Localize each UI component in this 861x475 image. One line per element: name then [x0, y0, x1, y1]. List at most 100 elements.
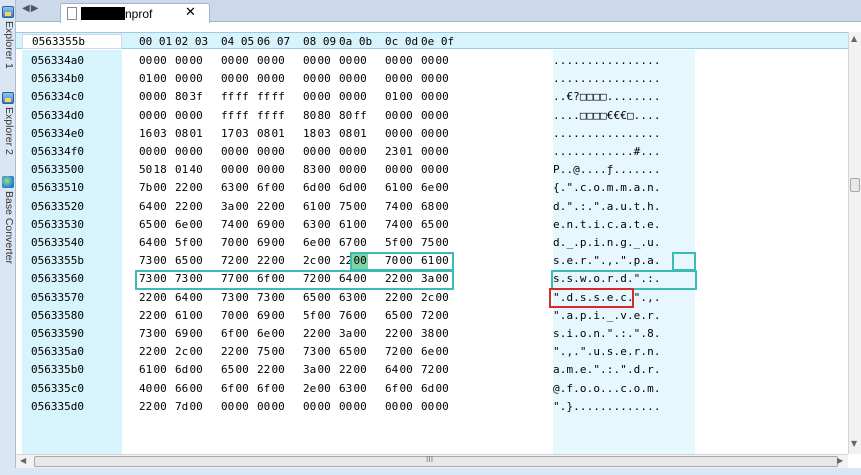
hex-row[interactable]: 05633570 22 00 64 00 73 00 73 00 65 00 63 00 22 00 2c 00… [16, 289, 848, 307]
hex-byte[interactable]: 00 [318, 382, 331, 395]
hex-byte[interactable]: ff [257, 109, 270, 122]
hex-byte[interactable]: 00 [175, 109, 188, 122]
hex-row[interactable]: 056335a0 22 00 2c 00 22 00 75 00 73 00 65 00 72 00 6e 00… [16, 343, 848, 361]
hex-byte[interactable]: 00 [236, 218, 249, 231]
hex-byte[interactable]: 22 [221, 345, 234, 358]
hex-byte[interactable]: 00 [175, 72, 188, 85]
hex-byte[interactable]: 00 [354, 181, 367, 194]
hex-row[interactable]: 05633520 64 00 22 00 3a 00 22 00 61 00 75 00 74 00 68 00… [16, 198, 848, 216]
hex-byte[interactable]: 00 [385, 127, 398, 140]
hex-byte[interactable]: 00 [436, 145, 449, 158]
hex-byte[interactable]: 64 [385, 363, 398, 376]
vertical-scroll-thumb[interactable] [850, 178, 860, 192]
hex-byte[interactable]: 00 [436, 400, 449, 413]
hex-byte[interactable]: 00 [154, 291, 167, 304]
hex-byte[interactable]: 00 [400, 90, 413, 103]
hex-row[interactable]: 05633590 73 00 69 00 6f 00 6e 00 22 00 3a 00 22 00 38 00… [16, 325, 848, 343]
hex-byte[interactable]: 00 [154, 181, 167, 194]
hex-byte[interactable]: 00 [354, 163, 367, 176]
hex-byte[interactable]: 2e [303, 382, 316, 395]
ascii-text[interactable]: P..@....ƒ....... [553, 163, 661, 176]
hex-byte[interactable]: 6d [421, 382, 434, 395]
hex-byte[interactable]: 00 [139, 145, 152, 158]
hex-byte[interactable]: 00 [236, 363, 249, 376]
hex-byte[interactable]: 5f [303, 309, 316, 322]
hex-byte[interactable]: 00 [190, 72, 203, 85]
hex-byte[interactable]: 00 [303, 72, 316, 85]
hex-byte[interactable]: 00 [318, 236, 331, 249]
hex-byte[interactable]: 08 [175, 127, 188, 140]
hex-byte[interactable]: 69 [257, 236, 270, 249]
hex-byte[interactable]: 00 [190, 291, 203, 304]
hex-byte[interactable]: 00 [400, 363, 413, 376]
hex-byte[interactable]: 70 [221, 309, 234, 322]
hex-byte[interactable]: 00 [154, 327, 167, 340]
hex-byte[interactable]: 69 [257, 309, 270, 322]
hex-byte[interactable]: 01 [354, 127, 367, 140]
hex-byte[interactable]: 00 [139, 109, 152, 122]
hex-byte[interactable]: 00 [400, 327, 413, 340]
scroll-left-icon[interactable]: ◀ [20, 456, 26, 465]
hex-byte[interactable]: 22 [257, 363, 270, 376]
hex-byte[interactable]: 00 [354, 291, 367, 304]
hex-byte[interactable]: 01 [139, 72, 152, 85]
hex-byte[interactable]: 22 [339, 363, 352, 376]
ascii-text[interactable]: e.n.t.i.c.a.t.e. [553, 218, 661, 231]
hex-byte[interactable]: 00 [190, 200, 203, 213]
hex-byte[interactable]: 00 [318, 90, 331, 103]
hex-byte[interactable]: 00 [318, 309, 331, 322]
hex-byte[interactable]: 00 [318, 181, 331, 194]
hex-byte[interactable]: 00 [354, 54, 367, 67]
hex-byte[interactable]: 00 [257, 163, 270, 176]
hex-byte[interactable]: 2c [421, 291, 434, 304]
hex-byte[interactable]: 00 [400, 200, 413, 213]
hex-byte[interactable]: 00 [154, 90, 167, 103]
hex-row[interactable]: 056334f0 00 00 00 00 00 00 00 00 00 00 00 00 23 01 00 00… [16, 143, 848, 161]
hex-byte[interactable]: 03 [154, 127, 167, 140]
hex-byte[interactable]: 03 [236, 127, 249, 140]
hex-byte[interactable]: 61 [175, 309, 188, 322]
hex-byte[interactable]: 00 [339, 72, 352, 85]
hex-byte[interactable]: 00 [272, 363, 285, 376]
hex-byte[interactable]: 2c [303, 254, 316, 267]
hex-byte[interactable]: 00 [236, 54, 249, 67]
hex-byte[interactable]: 00 [303, 54, 316, 67]
hex-byte[interactable]: 00 [318, 145, 331, 158]
hex-byte[interactable]: 6f [257, 382, 270, 395]
hex-byte[interactable]: 00 [272, 200, 285, 213]
hex-byte[interactable]: 00 [272, 291, 285, 304]
close-tab-icon[interactable]: ✕ [185, 5, 196, 20]
hex-byte[interactable]: 00 [318, 327, 331, 340]
hex-byte[interactable]: 00 [436, 363, 449, 376]
hex-byte[interactable]: 00 [400, 127, 413, 140]
hex-byte[interactable]: 08 [339, 127, 352, 140]
hex-byte[interactable]: 00 [190, 327, 203, 340]
hex-byte[interactable]: 00 [339, 54, 352, 67]
hex-byte[interactable]: 6e [303, 236, 316, 249]
hex-byte[interactable]: 00 [318, 72, 331, 85]
hex-byte[interactable]: 00 [421, 109, 434, 122]
hex-byte[interactable]: 6e [421, 345, 434, 358]
hex-row[interactable]: 056334d0 00 00 00 00 ff ff ff ff 80 80 80 ff 00 00 00 00… [16, 107, 848, 125]
hex-byte[interactable]: 00 [221, 72, 234, 85]
ascii-text[interactable]: ".a.p.i._.v.e.r. [553, 309, 661, 322]
ascii-text[interactable]: ................ [553, 54, 661, 67]
hex-byte[interactable]: 00 [190, 345, 203, 358]
ascii-text[interactable]: ..€?□□□□........ [553, 90, 661, 103]
hex-byte[interactable]: 00 [190, 218, 203, 231]
hex-byte[interactable]: 3a [303, 363, 316, 376]
hex-byte[interactable]: 00 [354, 382, 367, 395]
hex-byte[interactable]: 00 [272, 382, 285, 395]
hex-byte[interactable]: 00 [272, 400, 285, 413]
hex-byte[interactable]: 00 [139, 54, 152, 67]
hex-byte[interactable]: 38 [421, 327, 434, 340]
hex-byte[interactable]: 00 [339, 400, 352, 413]
hex-byte[interactable]: 00 [339, 163, 352, 176]
hex-byte[interactable]: 72 [421, 363, 434, 376]
hex-byte[interactable]: 00 [400, 72, 413, 85]
hex-byte[interactable]: 08 [257, 127, 270, 140]
file-tab[interactable]: nprof ✕ [60, 3, 210, 23]
hex-byte[interactable]: 00 [154, 200, 167, 213]
hex-byte[interactable]: 22 [175, 200, 188, 213]
hex-byte[interactable]: 00 [236, 327, 249, 340]
